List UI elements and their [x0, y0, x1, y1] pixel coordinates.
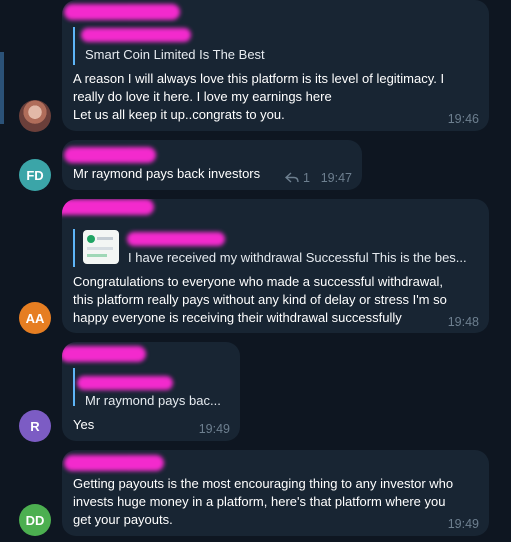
- message-line: get your payouts.: [73, 512, 173, 527]
- reply-quote[interactable]: Mr raymond pays bac...: [73, 368, 233, 408]
- message-bubble[interactable]: Mr raymond pays bac... Yes 19:49: [62, 342, 240, 441]
- avatar[interactable]: AA: [19, 302, 51, 334]
- message-bubble[interactable]: Getting payouts is the most encouraging …: [62, 450, 489, 536]
- message-line: invests huge money in a platform, here's…: [73, 494, 446, 509]
- redacted-sender-name: [64, 147, 156, 163]
- message-line: A reason I will always love this platfor…: [73, 71, 445, 86]
- message-bubble[interactable]: Smart Coin Limited Is The Best A reason …: [62, 0, 489, 131]
- message-line: happy everyone is receiving their withdr…: [73, 310, 402, 325]
- reply-arrow-icon: [285, 172, 299, 183]
- redacted-reply-sender: [81, 28, 191, 42]
- message-line: Let us all keep it up..congrats to you.: [73, 107, 285, 122]
- message-line: really do love it here. I love my earnin…: [73, 89, 332, 104]
- redacted-sender-name: [64, 4, 180, 20]
- image-thumbnail: [83, 230, 119, 264]
- redacted-reply-sender: [77, 376, 173, 390]
- sidebar-accent: [0, 52, 4, 124]
- reply-count: 1: [303, 171, 310, 185]
- message-line: Congratulations to everyone who made a s…: [73, 274, 443, 289]
- avatar[interactable]: DD: [19, 504, 51, 536]
- message-time: 19:49: [447, 517, 479, 531]
- avatar[interactable]: FD: [19, 159, 51, 191]
- redacted-sender-name: [62, 199, 154, 215]
- message-line: Yes: [73, 417, 95, 432]
- reply-quote-text: Smart Coin Limited Is The Best: [85, 47, 265, 62]
- message-bubble[interactable]: Mr raymond pays back investors 1 19:47: [62, 140, 362, 190]
- message-line: Getting payouts is the most encouraging …: [73, 476, 454, 491]
- message-time: 19:46: [447, 112, 479, 126]
- reply-quote[interactable]: I have received my withdrawal Successful…: [73, 229, 481, 267]
- message-bubble[interactable]: I have received my withdrawal Successful…: [62, 199, 489, 333]
- redacted-sender-name: [64, 455, 164, 471]
- reply-quote-text: I have received my withdrawal Successful…: [128, 250, 467, 265]
- redacted-sender-name: [62, 346, 146, 362]
- avatar[interactable]: R: [19, 410, 51, 442]
- message-line: Mr raymond pays back investors: [73, 166, 261, 181]
- reply-quote-text: Mr raymond pays bac...: [85, 393, 221, 408]
- message-time: 19:49: [198, 422, 230, 436]
- reply-quote[interactable]: Smart Coin Limited Is The Best: [73, 27, 373, 65]
- message-time: 19:48: [447, 315, 479, 329]
- redacted-reply-sender: [127, 232, 225, 246]
- avatar[interactable]: [19, 100, 51, 132]
- replies-count[interactable]: 1: [285, 171, 310, 185]
- message-time: 19:47: [320, 171, 352, 185]
- message-line: this platform really pays without any ki…: [73, 292, 447, 307]
